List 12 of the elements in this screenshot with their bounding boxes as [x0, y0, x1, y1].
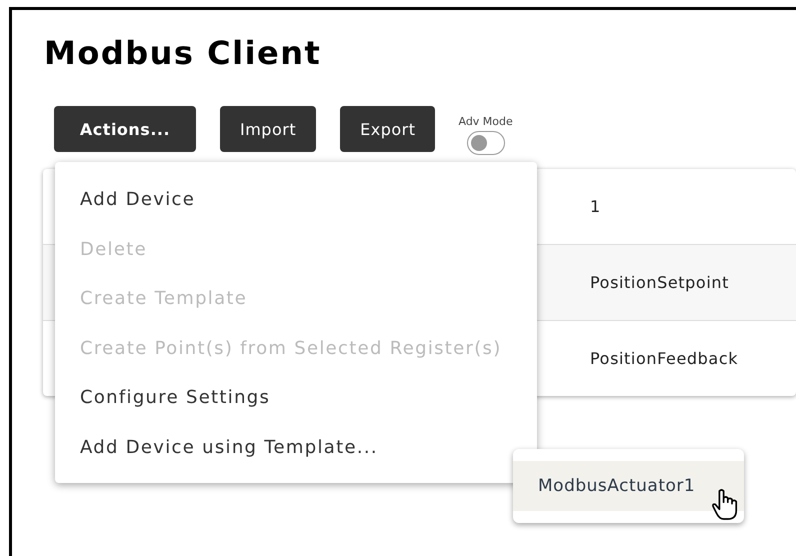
toolbar-button[interactable]: Import	[220, 106, 316, 152]
menu-item[interactable]: Configure Settings	[55, 373, 537, 422]
menu-item[interactable]: Add Device	[55, 175, 537, 224]
actions-button[interactable]: Actions...	[54, 106, 196, 152]
table-cell: PositionFeedback	[590, 349, 738, 368]
page-title: Modbus Client	[44, 33, 322, 70]
submenu-item[interactable]: ModbusActuator1	[513, 461, 744, 511]
toggle-label: Adv Mode	[458, 115, 513, 128]
toggle-switch[interactable]	[466, 131, 505, 155]
table-cell: PositionSetpoint	[590, 273, 729, 292]
toolbar-button[interactable]: Export	[340, 106, 436, 152]
table-cell: 1	[590, 197, 601, 216]
